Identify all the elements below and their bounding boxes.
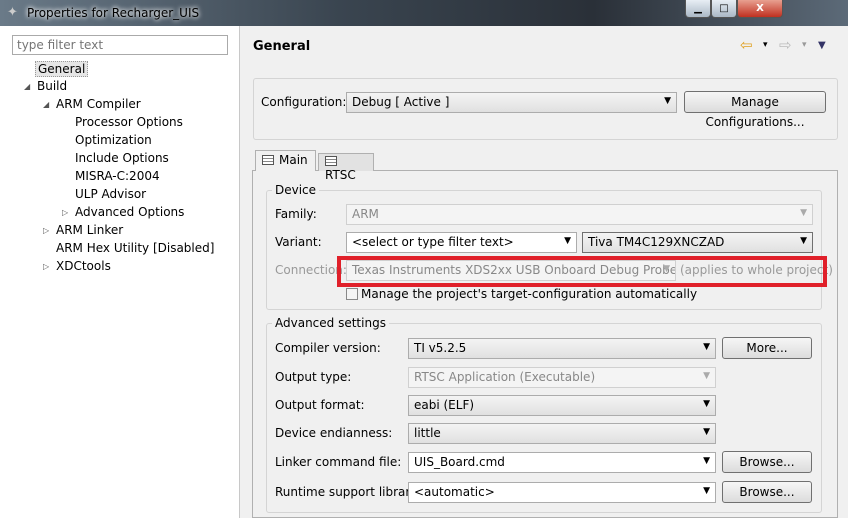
- family-select[interactable]: ARM ▼: [346, 204, 813, 225]
- minimize-button[interactable]: ▁: [685, 0, 711, 18]
- output-format-label: Output format:: [275, 398, 365, 412]
- manage-configurations-button[interactable]: Manage Configurations...: [684, 91, 826, 129]
- collapsed-icon[interactable]: ▷: [43, 226, 49, 235]
- filter-input[interactable]: [12, 35, 228, 55]
- variant-filter-value: <select or type filter text>: [352, 235, 514, 249]
- linker-command-input[interactable]: UIS_Board.cmd ▼: [408, 452, 716, 473]
- manage-checkbox-label: Manage the project's target-configuratio…: [361, 287, 698, 301]
- chevron-down-icon: ▼: [703, 399, 710, 409]
- configuration-select[interactable]: Debug [ Active ] ▼: [346, 92, 677, 113]
- tree-item-xdctools[interactable]: XDCtools: [56, 259, 111, 273]
- family-value: ARM: [352, 207, 379, 221]
- browse-linker-button[interactable]: Browse...: [722, 451, 812, 473]
- tab-label: Main: [279, 153, 308, 167]
- table-icon: [325, 156, 337, 166]
- tree-item-optimization[interactable]: Optimization: [75, 133, 152, 147]
- forward-dropdown-icon[interactable]: ▾: [802, 40, 807, 50]
- variant-value: Tiva TM4C129XNCZAD: [588, 235, 725, 249]
- forward-arrow-icon[interactable]: ⇨: [779, 36, 792, 54]
- chevron-down-icon: ▼: [800, 208, 807, 218]
- chevron-down-icon: ▼: [664, 96, 671, 106]
- back-arrow-icon[interactable]: ⇦: [740, 36, 753, 54]
- app-icon: ✦: [7, 5, 18, 20]
- output-type-select[interactable]: RTSC Application (Executable) ▼: [408, 367, 716, 388]
- compiler-version-label: Compiler version:: [275, 341, 381, 355]
- tree-item-misra[interactable]: MISRA-C:2004: [75, 169, 160, 183]
- variant-select[interactable]: Tiva TM4C129XNCZAD ▼: [582, 232, 813, 253]
- family-label: Family:: [275, 207, 317, 221]
- chevron-down-icon: ▼: [564, 236, 571, 246]
- tree-item-arm-hex-utility[interactable]: ARM Hex Utility [Disabled]: [56, 241, 214, 255]
- chevron-down-icon: ▼: [703, 342, 710, 352]
- window-title: Properties for Recharger_UIS: [27, 6, 200, 20]
- endianness-value: little: [414, 426, 441, 440]
- back-dropdown-icon[interactable]: ▾: [763, 40, 768, 50]
- tab-main[interactable]: Main: [255, 150, 316, 171]
- configuration-label: Configuration:: [261, 95, 347, 109]
- tab-label: RTSC: [325, 168, 356, 182]
- device-group-label: Device: [272, 183, 320, 197]
- endianness-select[interactable]: little ▼: [408, 423, 716, 444]
- runtime-library-input[interactable]: <automatic> ▼: [408, 482, 716, 503]
- compiler-version-select[interactable]: TI v5.2.5 ▼: [408, 338, 716, 359]
- linker-command-label: Linker command file:: [275, 455, 402, 469]
- maximize-button[interactable]: □: [711, 0, 737, 18]
- collapsed-icon[interactable]: ▷: [43, 262, 49, 271]
- tree-item-include-options[interactable]: Include Options: [75, 151, 169, 165]
- close-button[interactable]: X: [737, 0, 783, 18]
- tree-item-ulp-advisor[interactable]: ULP Advisor: [75, 187, 146, 201]
- compiler-version-value: TI v5.2.5: [414, 341, 467, 355]
- tree-item-arm-linker[interactable]: ARM Linker: [56, 223, 123, 237]
- collapsed-icon[interactable]: ▷: [62, 208, 68, 217]
- tree-item-processor-options[interactable]: Processor Options: [75, 115, 183, 129]
- endianness-label: Device endianness:: [275, 426, 393, 440]
- more-button[interactable]: More...: [722, 337, 812, 359]
- runtime-library-label: Runtime support library:: [275, 485, 421, 499]
- output-type-value: RTSC Application (Executable): [414, 370, 596, 384]
- tree-item-arm-compiler[interactable]: ARM Compiler: [56, 97, 141, 111]
- expanded-icon[interactable]: ◢: [24, 82, 30, 91]
- manage-checkbox[interactable]: [346, 288, 358, 300]
- chevron-down-icon: ▼: [703, 371, 710, 381]
- tree-item-advanced-options[interactable]: Advanced Options: [75, 205, 184, 219]
- variant-filter-input[interactable]: <select or type filter text> ▼: [346, 232, 577, 253]
- tree-item-build[interactable]: Build: [37, 79, 67, 93]
- page-title: General: [253, 39, 311, 54]
- configuration-value: Debug [ Active ]: [352, 95, 450, 109]
- table-icon: [262, 155, 274, 165]
- expanded-icon[interactable]: ◢: [43, 100, 49, 109]
- advanced-settings-label: Advanced settings: [272, 316, 389, 330]
- output-type-label: Output type:: [275, 370, 352, 384]
- chevron-down-icon: ▼: [703, 427, 710, 437]
- chevron-down-icon: ▼: [800, 236, 807, 246]
- browse-runtime-button[interactable]: Browse...: [722, 481, 812, 503]
- chevron-down-icon: ▼: [703, 486, 710, 496]
- chevron-down-icon: ▼: [703, 456, 710, 466]
- view-menu-icon[interactable]: ▼: [818, 40, 826, 51]
- tree-item-general[interactable]: General: [35, 61, 89, 77]
- variant-label: Variant:: [275, 235, 322, 249]
- highlight-box: [337, 256, 827, 287]
- output-format-value: eabi (ELF): [414, 398, 475, 412]
- output-format-select[interactable]: eabi (ELF) ▼: [408, 395, 716, 416]
- linker-command-value: UIS_Board.cmd: [414, 455, 505, 469]
- runtime-library-value: <automatic>: [414, 485, 495, 499]
- tab-rtsc[interactable]: RTSC: [318, 153, 374, 182]
